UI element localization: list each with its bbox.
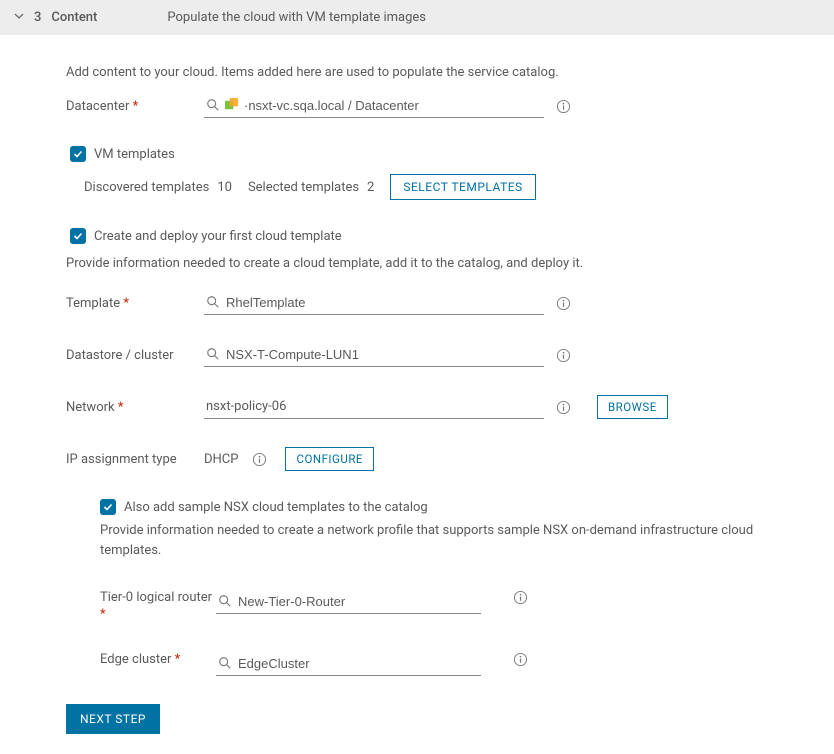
datacenter-row: Datacenter (66, 94, 834, 118)
intro-text: Add content to your cloud. Items added h… (66, 65, 834, 80)
info-icon[interactable] (252, 452, 267, 467)
info-icon[interactable] (513, 590, 528, 605)
templates-info: Discovered templates 10 Selected templat… (84, 174, 834, 200)
select-templates-button[interactable]: SELECT TEMPLATES (390, 174, 535, 200)
nsx-checkbox-row: Also add sample NSX cloud templates to t… (100, 499, 834, 515)
nsx-section: Also add sample NSX cloud templates to t… (100, 499, 834, 676)
template-row: Template (66, 291, 834, 315)
nsx-checkbox[interactable] (100, 499, 116, 515)
template-input[interactable] (204, 291, 544, 315)
footer: NEXT STEP (66, 704, 834, 734)
datastore-row: Datastore / cluster (66, 343, 834, 367)
network-row: Network nsxt-policy-06 BROWSE (66, 395, 834, 419)
tier0-row: Tier-0 logical router * (100, 590, 834, 624)
ip-assignment-label: IP assignment type (66, 452, 204, 467)
step-title: Content (51, 10, 97, 25)
selected-label: Selected templates (248, 180, 359, 195)
create-deploy-checkbox[interactable] (70, 228, 86, 244)
vm-templates-label: VM templates (94, 147, 175, 162)
datastore-input[interactable] (204, 343, 544, 367)
search-icon (206, 347, 220, 361)
section-header[interactable]: 3 Content Populate the cloud with VM tem… (0, 0, 834, 35)
selected-value: 2 (367, 180, 374, 195)
vm-templates-checkbox-row: VM templates (70, 146, 834, 162)
vm-templates-checkbox[interactable] (70, 146, 86, 162)
nsx-desc: Provide information needed to create a n… (100, 521, 760, 560)
next-step-button[interactable]: NEXT STEP (66, 704, 160, 734)
template-label: Template (66, 296, 204, 311)
ip-assignment-row: IP assignment type DHCP CONFIGURE (66, 447, 834, 471)
create-deploy-label: Create and deploy your first cloud templ… (94, 229, 342, 244)
search-icon (218, 594, 232, 608)
discovered-label: Discovered templates (84, 180, 209, 195)
edge-row: Edge cluster * (100, 652, 834, 676)
info-icon[interactable] (556, 348, 571, 363)
configure-button[interactable]: CONFIGURE (285, 447, 374, 471)
info-icon[interactable] (556, 296, 571, 311)
info-icon[interactable] (556, 400, 571, 415)
step-number: 3 (34, 10, 41, 25)
content-area: Add content to your cloud. Items added h… (0, 35, 834, 754)
chevron-down-icon (14, 11, 24, 24)
step-subtitle: Populate the cloud with VM template imag… (167, 10, 426, 25)
create-deploy-desc: Provide information needed to create a c… (66, 256, 834, 271)
search-icon (206, 98, 220, 112)
search-icon (218, 656, 232, 670)
edge-label: Edge cluster * (100, 652, 216, 669)
datacenter-label: Datacenter (66, 99, 204, 114)
network-label: Network (66, 400, 204, 415)
search-icon (206, 295, 220, 309)
info-icon[interactable] (513, 652, 528, 667)
info-icon[interactable] (556, 99, 571, 114)
tier0-label: Tier-0 logical router * (100, 590, 216, 624)
network-input[interactable]: nsxt-policy-06 (204, 395, 544, 419)
discovered-value: 10 (217, 180, 232, 195)
ip-assignment-value: DHCP (204, 452, 238, 467)
datastore-label: Datastore / cluster (66, 348, 204, 363)
datacenter-input[interactable] (204, 94, 544, 118)
create-deploy-checkbox-row: Create and deploy your first cloud templ… (70, 228, 834, 244)
nsx-checkbox-label: Also add sample NSX cloud templates to t… (124, 500, 428, 515)
browse-button[interactable]: BROWSE (597, 395, 668, 419)
edge-input[interactable] (216, 652, 481, 676)
vcenter-icon (224, 97, 239, 112)
tier0-input[interactable] (216, 590, 481, 614)
